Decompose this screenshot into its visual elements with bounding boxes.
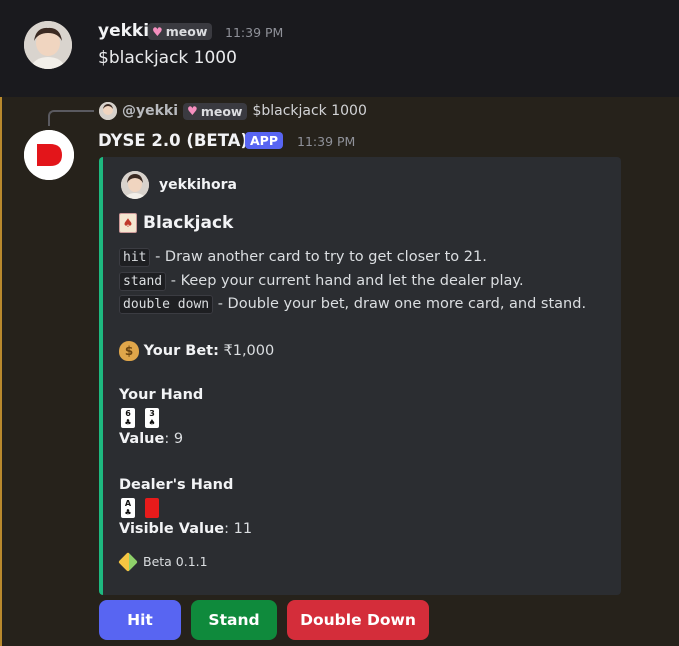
value-label: Value xyxy=(119,431,165,447)
command-hit: hit - Draw another card to try to get cl… xyxy=(119,248,487,267)
username[interactable]: yekki xyxy=(98,21,149,41)
heart-icon: ♥ xyxy=(187,104,198,118)
test-tube-icon xyxy=(118,551,138,572)
command-desc: - Double your bet, draw one more card, a… xyxy=(213,296,587,312)
command-code: double down xyxy=(119,295,214,314)
card-suit: ♣ xyxy=(124,508,132,517)
hit-button[interactable]: Hit xyxy=(99,600,181,640)
app-badge: APP xyxy=(245,132,283,149)
reply-avatar xyxy=(99,102,117,120)
value-number: : 9 xyxy=(164,431,184,447)
bet-label: Your Bet: xyxy=(143,343,219,359)
server-tag[interactable]: ♥ meow xyxy=(148,23,213,40)
money-bag-icon: $ xyxy=(119,341,139,361)
your-hand-label: Your Hand xyxy=(119,387,204,403)
reply-content: $blackjack 1000 xyxy=(252,103,367,119)
embed-footer: Beta 0.1.1 xyxy=(118,551,208,572)
bot-name[interactable]: DYSE 2.0 (BETA) xyxy=(98,131,248,150)
visible-value-number: : 11 xyxy=(224,521,253,537)
card-suit: ♣ xyxy=(124,418,132,427)
joker-card-icon: ♠ xyxy=(119,213,137,233)
heart-icon: ♥ xyxy=(152,24,163,39)
message-yekki: yekki ♥ meow 11:39 PM $blackjack 1000 xyxy=(0,0,679,97)
command-desc: - Keep your current hand and let the dea… xyxy=(166,273,524,289)
reply-server-tag: ♥ meow xyxy=(183,102,248,120)
command-code: hit xyxy=(119,248,151,267)
visible-value-line: Visible Value: 11 xyxy=(119,521,252,537)
playing-card: 6 ♣ xyxy=(121,408,135,428)
bet-line: $ Your Bet: ₹1,000 xyxy=(119,341,274,361)
card-rank: 6 xyxy=(125,409,131,418)
reply-username[interactable]: @yekki xyxy=(122,103,178,119)
playing-card: A ♣ xyxy=(121,498,135,518)
reply-connector xyxy=(48,110,94,126)
your-value-line: Value: 9 xyxy=(119,431,183,447)
bot-avatar[interactable] xyxy=(24,130,74,180)
playing-card: 3 ♠ xyxy=(145,408,159,428)
embed-author-name: yekkihora xyxy=(159,177,237,193)
command-stand: stand - Keep your current hand and let t… xyxy=(119,272,524,291)
face-down-card-icon xyxy=(145,498,159,518)
double-down-button[interactable]: Double Down xyxy=(287,600,429,640)
reply-preview[interactable]: @yekki ♥ meow $blackjack 1000 xyxy=(99,101,367,121)
embed-title-text: Blackjack xyxy=(143,213,234,233)
embed-author: yekkihora xyxy=(121,171,237,199)
dealer-cards: A ♣ xyxy=(121,498,159,518)
your-cards: 6 ♣ 3 ♠ xyxy=(121,408,159,428)
card-suit: ♠ xyxy=(148,418,156,427)
timestamp: 11:39 PM xyxy=(225,25,284,40)
footer-text: Beta 0.1.1 xyxy=(143,554,208,569)
command-double-down: double down - Double your bet, draw one … xyxy=(119,295,587,314)
command-desc: - Draw another card to try to get closer… xyxy=(150,249,487,265)
bot-timestamp: 11:39 PM xyxy=(297,134,356,149)
stand-button[interactable]: Stand xyxy=(191,600,277,640)
server-tag-label: meow xyxy=(165,24,208,39)
embed-author-avatar xyxy=(121,171,149,199)
embed-title: ♠ Blackjack xyxy=(119,213,233,233)
bet-value: ₹1,000 xyxy=(218,343,275,359)
card-rank: A xyxy=(124,499,132,508)
blackjack-embed: yekkihora ♠ Blackjack hit - Draw another… xyxy=(99,157,621,595)
dealer-hand-label: Dealer's Hand xyxy=(119,477,234,493)
command-code: stand xyxy=(119,272,167,291)
visible-value-label: Visible Value xyxy=(119,521,225,537)
message-content: $blackjack 1000 xyxy=(98,48,237,68)
reply-server-tag-label: meow xyxy=(200,103,243,119)
card-rank: 3 xyxy=(149,409,155,418)
user-avatar[interactable] xyxy=(24,21,72,69)
